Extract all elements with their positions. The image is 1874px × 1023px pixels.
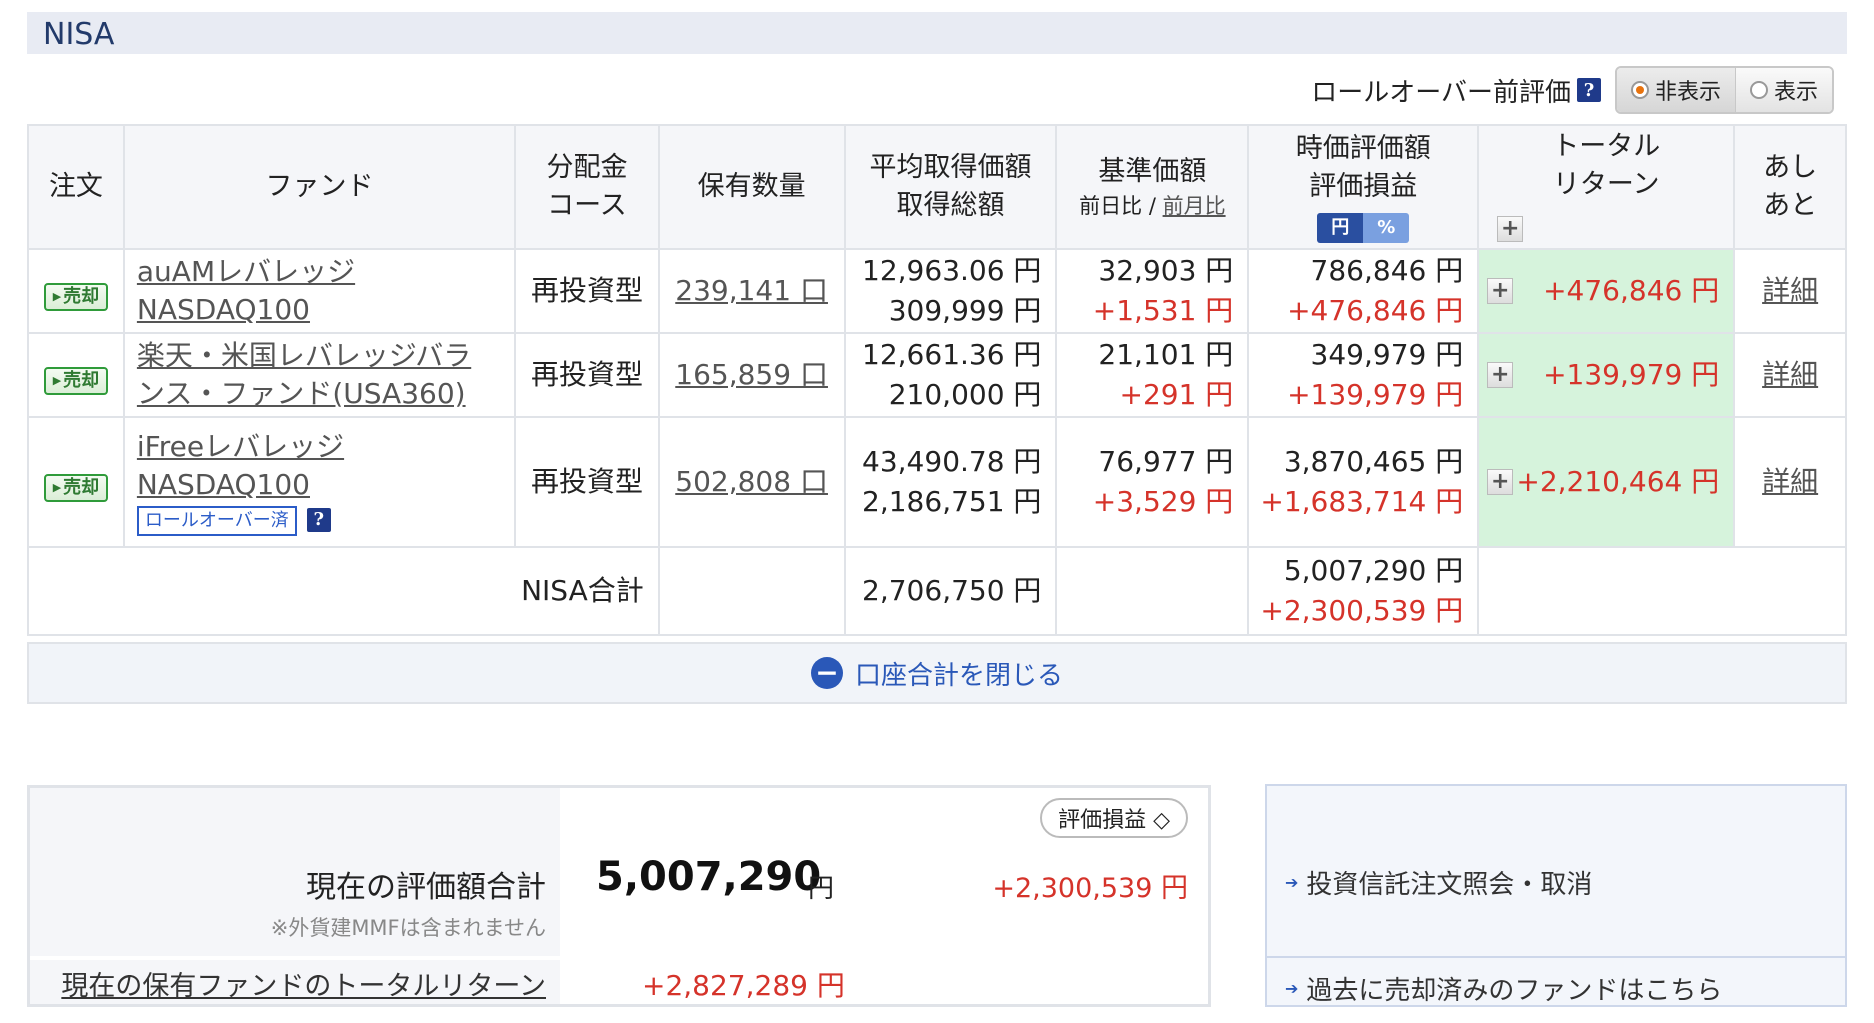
eval-type-select[interactable]: 評価損益 ◇ xyxy=(1040,798,1188,838)
expand-plus-icon[interactable]: + xyxy=(1497,216,1524,242)
detail-link[interactable]: 詳細 xyxy=(1762,465,1818,498)
expand-plus-icon[interactable]: + xyxy=(1487,362,1514,388)
expand-plus-icon[interactable]: + xyxy=(1487,469,1514,495)
table-row: ▶ 売却 iFreeレバレッジ NASDAQ100 ロールオーバー済 ? 再投資型 … xyxy=(27,416,1847,548)
radio-selected-icon xyxy=(1630,81,1649,99)
fund-name-link[interactable]: 楽天・米国レバレッジバラ ンス・ファンド(USA360) xyxy=(137,337,514,413)
col-header-avg-cost: 平均取得価額 取得総額 xyxy=(843,124,1058,250)
rollover-toggle-group: 非表示 表示 xyxy=(1614,66,1834,114)
rollover-hide-label: 非表示 xyxy=(1654,80,1721,105)
total-return: +139,979 円 xyxy=(1543,358,1720,391)
fund-name-link[interactable]: iFreeレバレッジ NASDAQ100 xyxy=(137,428,514,504)
rollover-badge: ロールオーバー済 xyxy=(136,506,297,536)
detail-link[interactable]: 詳細 xyxy=(1762,358,1818,391)
base-change: +291 円 xyxy=(1119,378,1234,411)
avg-cost: 43,490.78 円 xyxy=(862,445,1042,478)
base-price: 21,101 円 xyxy=(1098,338,1234,371)
unit-percent-button[interactable]: % xyxy=(1363,213,1410,243)
radio-unselected-icon xyxy=(1749,81,1768,99)
detail-link[interactable]: 詳細 xyxy=(1762,274,1818,307)
total-cost: 2,186,751 円 xyxy=(862,485,1042,518)
unit-yen-button[interactable]: 円 xyxy=(1317,213,1364,243)
minus-circle-icon: − xyxy=(810,657,843,689)
base-price: 32,903 円 xyxy=(1098,254,1234,287)
unrealized-pl: +1,683,714 円 xyxy=(1260,485,1464,518)
col-header-order: 注文 xyxy=(27,124,125,250)
rollover-hide-option[interactable]: 非表示 xyxy=(1616,68,1736,112)
dist-course: 再投資型 xyxy=(514,332,660,418)
avg-cost: 12,963.06 円 xyxy=(862,254,1042,287)
total-return-value: +2,827,289 円 xyxy=(642,969,845,1002)
avg-cost: 12,661.36 円 xyxy=(862,338,1042,371)
total-valuation-unit: 円 xyxy=(808,874,835,904)
unit-toggle[interactable]: 円 % xyxy=(1317,213,1410,243)
unrealized-pl: +139,979 円 xyxy=(1287,378,1464,411)
help-icon[interactable]: ? xyxy=(306,508,331,532)
summary-label-cell: 現在の評価額合計 ※外貨建MMFは含まれません xyxy=(30,788,560,956)
col-header-quantity: 保有数量 xyxy=(657,124,846,250)
total-valuation-label: 現在の評価額合計 xyxy=(306,870,546,905)
total-unrealized-gain: +2,300,539 円 xyxy=(992,873,1188,904)
sell-button[interactable]: ▶ 売却 xyxy=(43,283,108,311)
table-row: ▶ 売却 楽天・米国レバレッジバラ ンス・ファンド(USA360) 再投資型 165… xyxy=(27,332,1847,418)
order-inquiry-link[interactable]: ➔ 投資信託注文照会・取消 xyxy=(1285,864,1592,901)
quantity-link[interactable]: 239,141 口 xyxy=(675,274,828,307)
mmf-note: ※外貨建MMFは含まれません xyxy=(270,916,546,940)
total-cost: 309,999 円 xyxy=(888,294,1042,327)
close-account-total-label: 口座合計を閉じる xyxy=(854,660,1063,691)
total-return-link[interactable]: 現在の保有ファンドのトータルリターン xyxy=(61,964,546,1003)
table-row: ▶ 売却 auAMレバレッジ NASDAQ100 再投資型 239,141 口 12… xyxy=(27,248,1847,334)
day-change-label: 前日比 xyxy=(1079,194,1143,218)
rollover-label: ロールオーバー前評価 xyxy=(1311,77,1571,108)
rollover-show-label: 表示 xyxy=(1773,80,1818,105)
nisa-total-cost: 2,706,750 円 xyxy=(843,546,1058,636)
market-value: 349,979 円 xyxy=(1310,338,1464,371)
nisa-total-value: 5,007,290 円 xyxy=(1283,554,1464,587)
col-header-fund: ファンド xyxy=(122,124,517,250)
total-return-value-cell: +2,827,289 円 xyxy=(560,960,1208,1004)
fund-name-link[interactable]: auAMレバレッジ NASDAQ100 xyxy=(137,253,514,329)
col-header-history: あし あと xyxy=(1733,124,1847,250)
base-price: 76,977 円 xyxy=(1098,445,1234,478)
quantity-link[interactable]: 165,859 口 xyxy=(675,358,828,391)
nisa-total-pl: +2,300,539 円 xyxy=(1260,594,1464,627)
holdings-table: 注文 ファンド 分配金 コース 保有数量 平均取得価額 取得総額 基準価額 前日比 … xyxy=(27,124,1847,636)
col-header-base-price: 基準価額 前日比 / 前月比 xyxy=(1055,124,1250,250)
dist-course: 再投資型 xyxy=(514,248,660,334)
total-return-label-cell: 現在の保有ファンドのトータルリターン xyxy=(30,960,560,1004)
help-icon[interactable]: ? xyxy=(1576,78,1601,102)
total-return: +2,210,464 円 xyxy=(1516,465,1720,498)
col-header-market-value: 時価評価額 評価損益 円 % xyxy=(1247,124,1480,250)
arrow-right-icon: ➔ xyxy=(1285,873,1299,892)
unrealized-pl: +476,846 円 xyxy=(1287,294,1464,327)
col-header-distribution: 分配金 コース xyxy=(514,124,660,250)
summary-value-cell: 評価損益 ◇ 5,007,290 円 +2,300,539 円 xyxy=(560,788,1208,956)
total-return: +476,846 円 xyxy=(1543,274,1720,307)
rollover-show-option[interactable]: 表示 xyxy=(1735,68,1832,112)
month-change-link[interactable]: 前月比 xyxy=(1163,194,1226,218)
arrow-right-icon: ➔ xyxy=(1285,979,1299,998)
total-cost: 210,000 円 xyxy=(888,378,1042,411)
sell-button[interactable]: ▶ 売却 xyxy=(43,474,108,502)
related-links: ➔ 投資信託注文照会・取消 ➔ 過去に売却済みのファンドはこちら xyxy=(1265,784,1847,1007)
rollover-toggle-row: ロールオーバー前評価 ? 非表示 表示 xyxy=(1311,66,1834,114)
sold-funds-link[interactable]: ➔ 過去に売却済みのファンドはこちら xyxy=(1285,970,1722,1007)
table-header-row: 注文 ファンド 分配金 コース 保有数量 平均取得価額 取得総額 基準価額 前日比 … xyxy=(27,124,1847,250)
valuation-summary: 現在の評価額合計 ※外貨建MMFは含まれません 評価損益 ◇ 5,007,290… xyxy=(27,785,1211,1007)
base-change: +3,529 円 xyxy=(1092,485,1234,518)
market-value: 3,870,465 円 xyxy=(1283,445,1464,478)
sell-button[interactable]: ▶ 売却 xyxy=(43,367,108,395)
market-value: 786,846 円 xyxy=(1310,254,1464,287)
close-account-total-button[interactable]: − 口座合計を閉じる xyxy=(27,642,1847,704)
nisa-section-header: NISA xyxy=(27,12,1847,54)
nisa-total-label: NISA合計 xyxy=(27,546,660,636)
base-change: +1,531 円 xyxy=(1092,294,1234,327)
dist-course: 再投資型 xyxy=(514,416,660,548)
quantity-link[interactable]: 502,808 口 xyxy=(675,465,828,498)
section-title: NISA xyxy=(43,17,115,52)
nisa-total-row: NISA合計 2,706,750 円 5,007,290 円 +2,300,539… xyxy=(27,546,1847,636)
expand-plus-icon[interactable]: + xyxy=(1487,278,1514,304)
col-header-total-return: トータル リターン + xyxy=(1477,124,1736,250)
total-valuation-value: 5,007,290 xyxy=(596,854,822,900)
